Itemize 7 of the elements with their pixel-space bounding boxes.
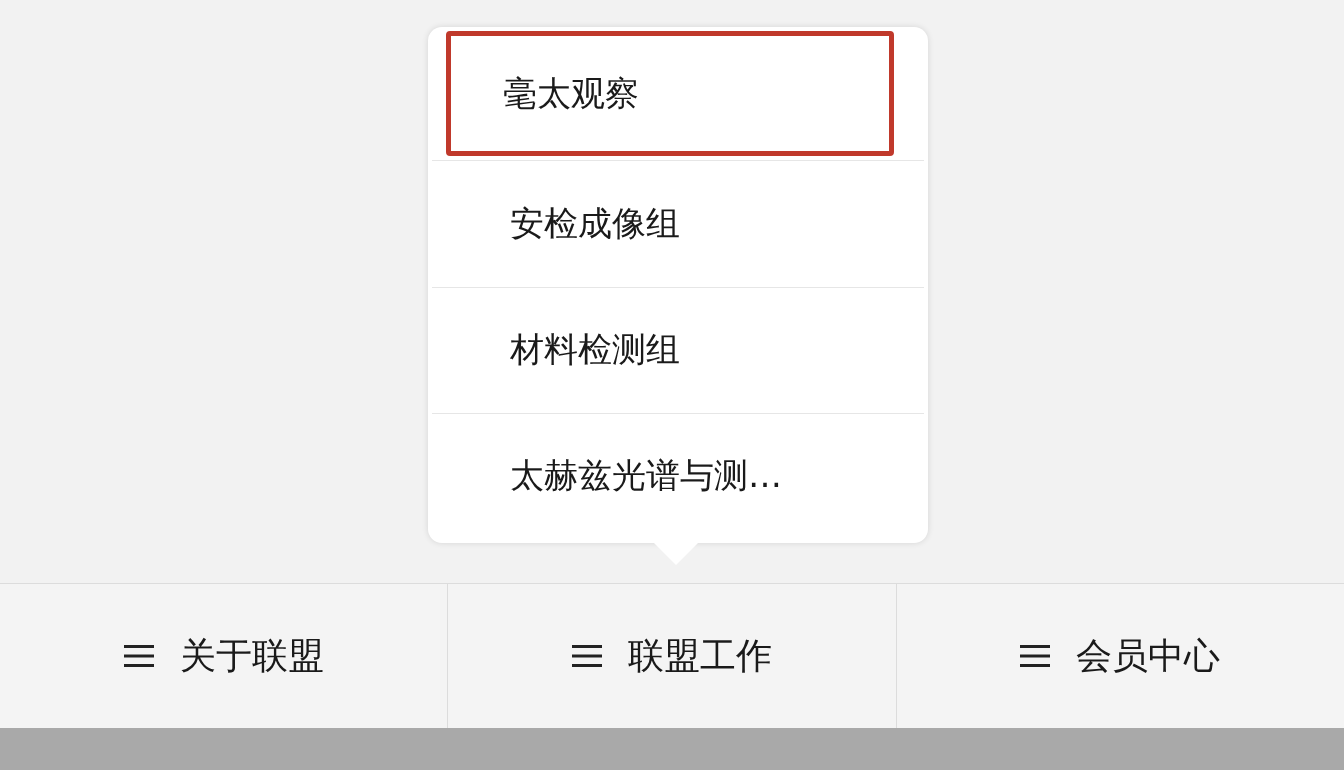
menu-icon bbox=[123, 645, 154, 667]
menu-icon bbox=[572, 645, 602, 667]
menu-item[interactable]: 太赫兹光谱与测… bbox=[434, 413, 922, 539]
menu-item[interactable]: 安检成像组 bbox=[434, 161, 922, 287]
menu-item[interactable]: 毫太观察 bbox=[446, 31, 894, 157]
menu-icon bbox=[1020, 645, 1051, 667]
menu-item[interactable]: 材料检测组 bbox=[434, 287, 922, 413]
